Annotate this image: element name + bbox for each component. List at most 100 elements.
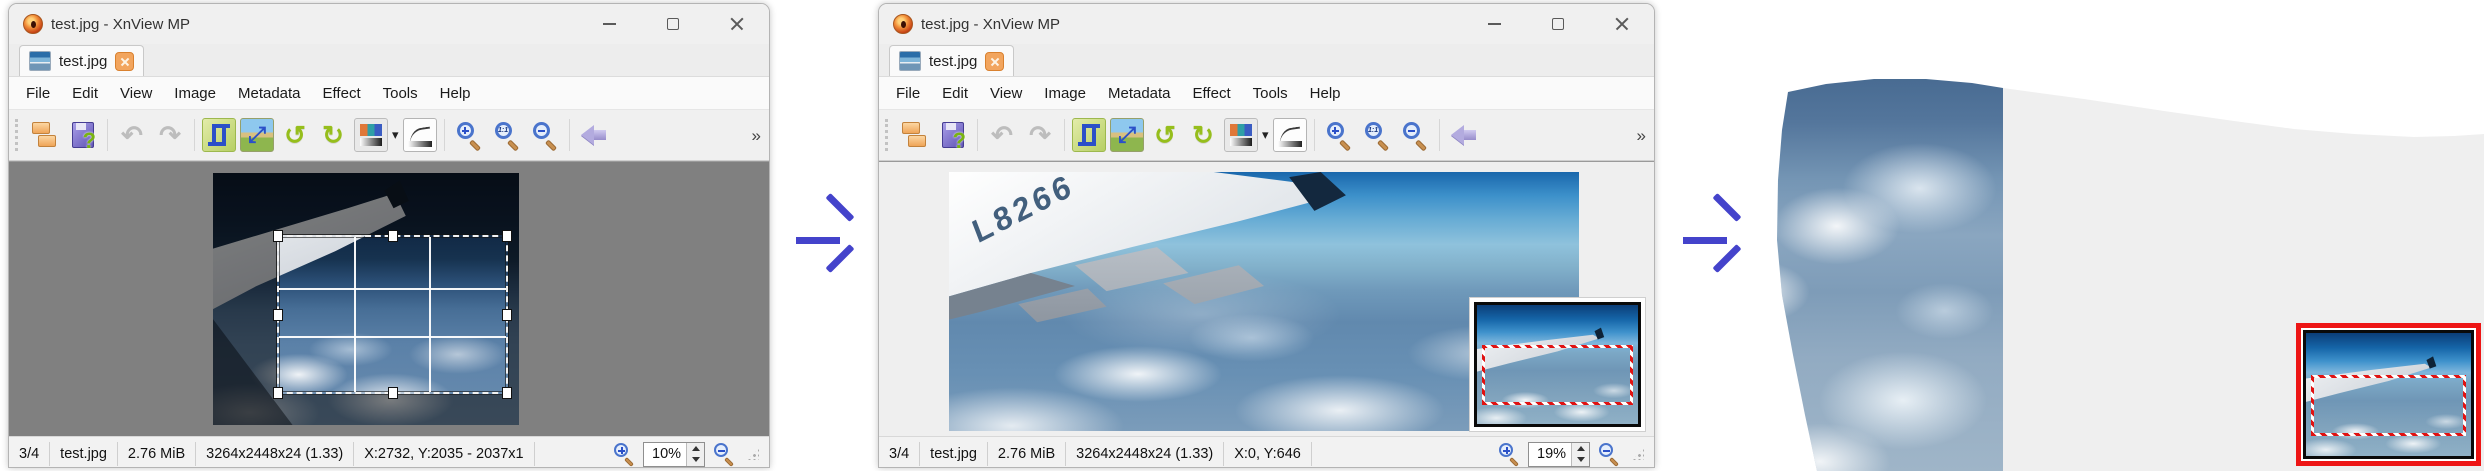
status-dimensions: 3264x2448x24 (1.33) [196,442,355,466]
crop-icon[interactable] [1072,118,1106,152]
crop-handle[interactable] [502,230,512,242]
resize-icon[interactable]: ⤢ [1110,118,1144,152]
toolbar: ? ↶ ↷ ⤢ ↺ ↻ ▾ 1:1 » [879,110,1654,161]
zoom-spinner-down[interactable] [687,454,704,466]
crop-handle[interactable] [387,230,398,242]
image-canvas[interactable]: L8266 [879,161,1654,436]
menu-file[interactable]: File [15,85,61,102]
redo-icon[interactable]: ↷ [153,118,187,152]
menu-effect[interactable]: Effect [1182,85,1242,102]
zoom-actual-size-icon[interactable]: 1:1 [490,118,524,152]
minimize-button[interactable] [1462,4,1526,44]
toolbar-overflow-icon[interactable]: » [752,110,761,161]
browser-icon[interactable] [898,118,932,152]
resize-icon[interactable]: ⤢ [240,118,274,152]
colors-dropdown-icon[interactable]: ▾ [392,127,399,143]
zoom-out-icon[interactable] [1398,118,1432,152]
zoom-spinner-up[interactable] [1572,442,1589,454]
crop-handle[interactable] [502,308,512,321]
undo-icon[interactable]: ↶ [985,118,1019,152]
browser-icon[interactable] [28,118,62,152]
menu-help[interactable]: Help [429,85,482,102]
tab-test-jpg[interactable]: test.jpg [19,45,145,76]
toolbar-drag-handle[interactable] [885,119,891,151]
tab-close-button[interactable] [115,51,135,71]
zoom-in-icon[interactable] [452,118,486,152]
toolbar-overflow-icon[interactable]: » [1637,110,1646,161]
zoom-out-icon[interactable] [528,118,562,152]
save-icon[interactable]: ? [66,118,100,152]
zoom-level-value: 10% [652,446,682,462]
menu-edit[interactable]: Edit [61,85,109,102]
crop-handle[interactable] [273,308,283,321]
status-zoom-in-icon[interactable] [612,442,636,467]
resize-grip[interactable] [1632,448,1644,460]
zoom-level-spinner[interactable]: 19% [1528,441,1590,467]
menu-help[interactable]: Help [1299,85,1352,102]
maximize-button[interactable] [641,4,705,44]
navigator-thumbnail [2303,330,2474,459]
previous-image-icon[interactable] [577,118,611,152]
grid-line [279,288,506,291]
zoom-in-icon[interactable] [1322,118,1356,152]
status-zoom-out-icon[interactable] [712,442,736,467]
menu-metadata[interactable]: Metadata [1097,85,1182,102]
navigator-panel[interactable] [1469,297,1646,432]
grid-line [428,237,431,392]
navigator-viewport-rect[interactable] [1481,345,1634,405]
tab-thumbnail [899,51,921,71]
xnview-window-2: test.jpg - XnView MP test.jpg File Edit … [878,3,1655,468]
tab-close-button[interactable] [985,51,1005,71]
rotate-right-icon[interactable]: ↻ [316,118,350,152]
menu-effect[interactable]: Effect [312,85,372,102]
colors-dropdown-icon[interactable]: ▾ [1262,127,1269,143]
curves-icon[interactable] [1272,118,1307,152]
menu-file[interactable]: File [885,85,931,102]
curves-icon[interactable] [402,118,437,152]
zoom-level-spinner[interactable]: 10% [643,441,705,467]
adjust-colors-icon[interactable] [354,118,388,152]
menu-view[interactable]: View [109,85,163,102]
zoom-spinner-down[interactable] [1572,454,1589,466]
menu-view[interactable]: View [979,85,1033,102]
tab-bar: test.jpg [9,44,769,77]
close-button[interactable] [1590,4,1654,44]
tab-test-jpg[interactable]: test.jpg [889,45,1015,76]
menu-image[interactable]: Image [1033,85,1097,102]
menu-tools[interactable]: Tools [1242,85,1299,102]
minimize-button[interactable] [577,4,641,44]
undo-icon[interactable]: ↶ [115,118,149,152]
crop-selection[interactable] [273,230,512,399]
crop-icon[interactable] [202,118,236,152]
crop-handle[interactable] [273,387,283,399]
status-zoom-out-icon[interactable] [1597,442,1621,467]
rotate-left-icon[interactable]: ↺ [278,118,312,152]
maximize-button[interactable] [1526,4,1590,44]
rotate-left-icon[interactable]: ↺ [1148,118,1182,152]
redo-icon[interactable]: ↷ [1023,118,1057,152]
crop-handle[interactable] [502,387,512,399]
adjust-colors-icon[interactable] [1224,118,1258,152]
previous-image-icon[interactable] [1447,118,1481,152]
image-canvas[interactable] [9,161,769,436]
menu-metadata[interactable]: Metadata [227,85,312,102]
window-title: test.jpg - XnView MP [921,15,1060,33]
close-button[interactable] [705,4,769,44]
crop-handle[interactable] [387,387,398,399]
rotate-right-icon[interactable]: ↻ [1186,118,1220,152]
save-icon[interactable]: ? [936,118,970,152]
zoom-spinner-up[interactable] [687,442,704,454]
title-bar[interactable]: test.jpg - XnView MP [879,4,1654,44]
menu-tools[interactable]: Tools [372,85,429,102]
menu-edit[interactable]: Edit [931,85,979,102]
crop-handle[interactable] [273,230,283,242]
resize-grip[interactable] [747,448,759,460]
status-image-index: 3/4 [879,442,921,466]
zoom-actual-size-icon[interactable]: 1:1 [1360,118,1394,152]
status-zoom-in-icon[interactable] [1497,442,1521,467]
menu-image[interactable]: Image [163,85,227,102]
toolbar-drag-handle[interactable] [15,119,21,151]
highlighted-navigator-box [2296,323,2481,466]
title-bar[interactable]: test.jpg - XnView MP [9,4,769,44]
maximize-icon [1552,18,1564,30]
